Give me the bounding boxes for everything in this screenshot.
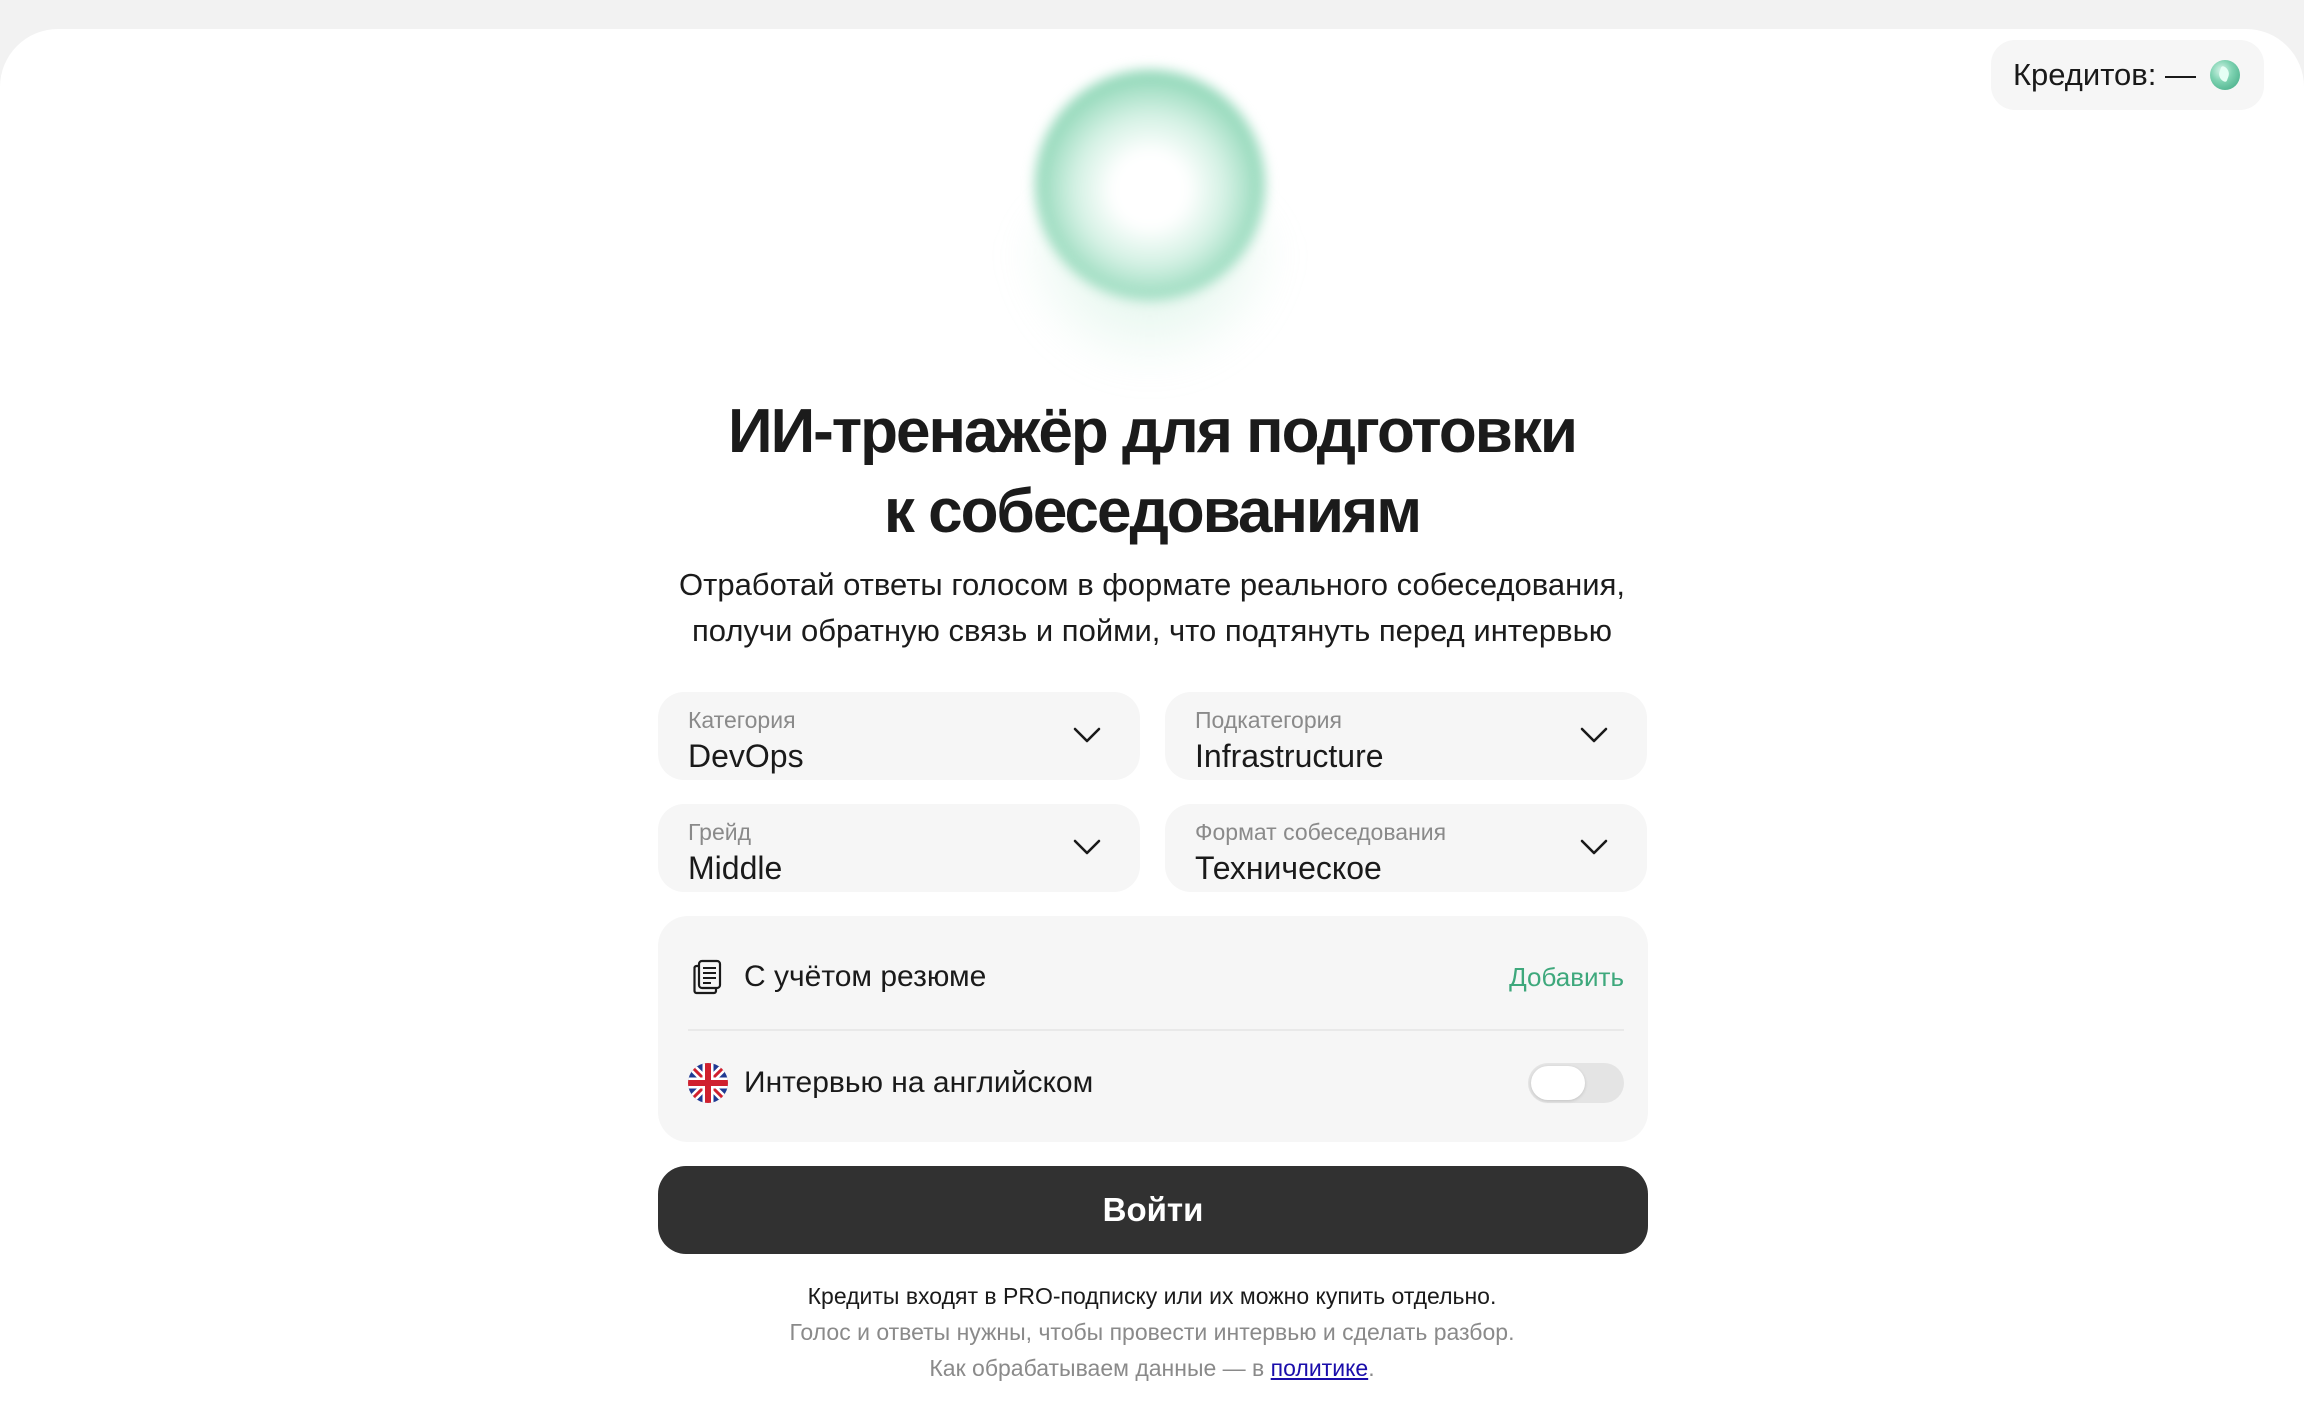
leaf-coin-icon (2210, 60, 2240, 90)
grade-value: Middle (688, 850, 783, 886)
interview-format-label: Формат собеседования (1195, 819, 1447, 845)
grade-label: Грейд (688, 819, 752, 845)
footer-privacy-suffix: . (1368, 1355, 1375, 1381)
resume-option-row[interactable]: С учётом резюме Добавить (688, 942, 1624, 1012)
category-value: DevOps (688, 738, 804, 774)
chevron-down-icon (1073, 839, 1101, 855)
options-divider (688, 1029, 1624, 1031)
credits-badge[interactable]: Кредитов: — (1990, 40, 2264, 110)
page-subtitle: Отработай ответы голосом в формате реаль… (552, 562, 1752, 654)
english-option-row[interactable]: Интервью на английском (688, 1048, 1624, 1118)
footer-credits-note: Кредиты входят в PRO-подписку или их мож… (807, 1283, 1497, 1309)
grade-select[interactable]: Грейд Middle (658, 804, 1140, 892)
title-line-2: к собеседованиям (883, 477, 1422, 546)
category-label: Категория (688, 707, 796, 733)
subtitle-line-2: получи обратную связь и пойми, что подтя… (691, 613, 1613, 648)
ai-orb (1035, 70, 1265, 300)
interview-format-select[interactable]: Формат собеседования Техническое (1165, 804, 1647, 892)
uk-flag-icon (688, 1063, 728, 1103)
resume-option-label: С учётом резюме (744, 960, 987, 993)
subcategory-select[interactable]: Подкатегория Infrastructure (1165, 692, 1647, 780)
interview-format-value: Техническое (1195, 850, 1382, 886)
options-panel: С учётом резюме Добавить Интервью на анг… (658, 916, 1648, 1142)
subcategory-value: Infrastructure (1195, 738, 1384, 774)
credits-label: Кредитов: — (2012, 57, 2196, 92)
footer-privacy-note: Как обрабатываем данные — в политике. (552, 1350, 1752, 1386)
category-select[interactable]: Категория DevOps (658, 692, 1140, 780)
document-icon (688, 957, 728, 997)
subtitle-line-1: Отработай ответы голосом в формате реаль… (679, 567, 1625, 602)
chevron-down-icon (1580, 839, 1608, 855)
subcategory-label: Подкатегория (1195, 707, 1342, 733)
login-button[interactable]: Войти (658, 1166, 1648, 1254)
chevron-down-icon (1073, 727, 1101, 743)
title-line-1: ИИ-тренажёр для подготовки (728, 397, 1578, 466)
chevron-down-icon (1580, 727, 1608, 743)
page-title: ИИ-тренажёр для подготовки к собеседован… (552, 392, 1752, 552)
english-interview-toggle[interactable] (1528, 1063, 1624, 1103)
footer-privacy-prefix: Как обрабатываем данные — в (929, 1355, 1271, 1381)
english-option-label: Интервью на английском (744, 1066, 1094, 1099)
footer-voice-note: Голос и ответы нужны, чтобы провести инт… (789, 1319, 1515, 1345)
add-resume-button[interactable]: Добавить (1509, 962, 1624, 993)
privacy-policy-link[interactable]: политике (1271, 1355, 1369, 1381)
